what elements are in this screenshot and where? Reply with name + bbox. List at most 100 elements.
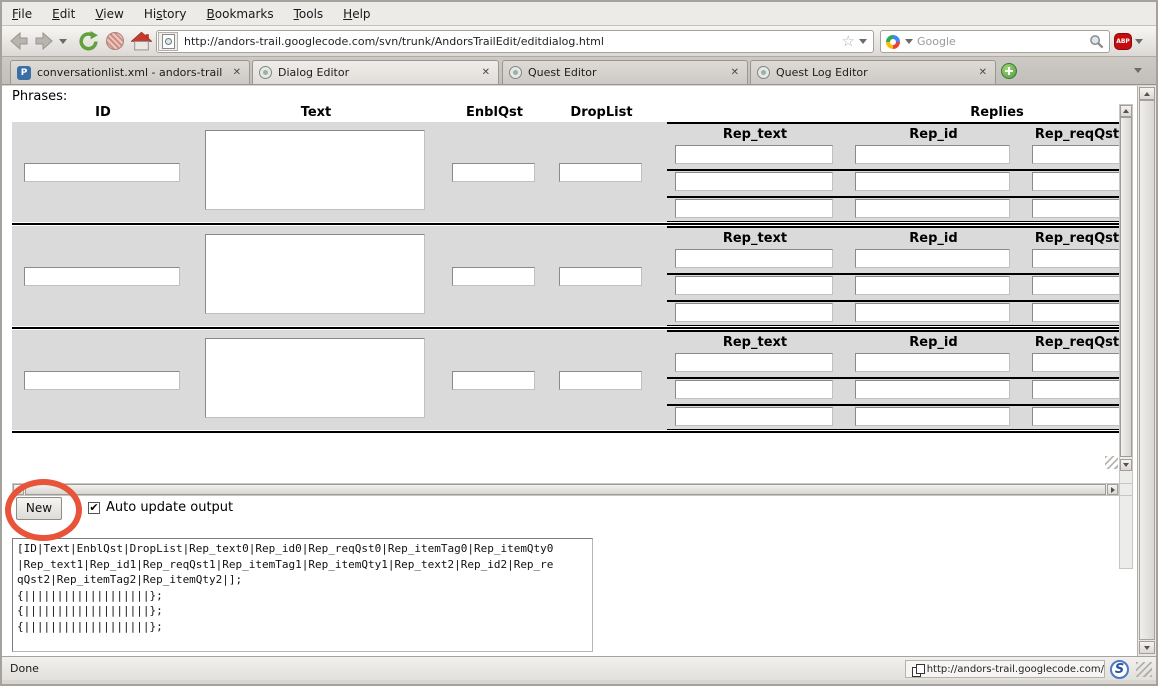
page-content: Phrases: ID Text EnblQst DropList Replie…: [2, 86, 1156, 656]
forward-icon[interactable]: [33, 30, 55, 52]
browser-vscroll-thumb[interactable]: [1139, 100, 1155, 640]
tab-close-icon[interactable]: ✕: [729, 67, 741, 78]
tab-close-icon[interactable]: ✕: [231, 67, 243, 78]
reply-reqqst-input[interactable]: [1032, 276, 1119, 295]
reply-id-input[interactable]: [855, 145, 1010, 164]
phrase-text-input[interactable]: [205, 234, 425, 314]
auto-update-checkbox[interactable]: [88, 502, 100, 514]
phrase-droplist-input[interactable]: [559, 371, 642, 390]
menu-tools[interactable]: Tools: [284, 3, 334, 25]
adblock-plus-icon[interactable]: ABP: [1114, 33, 1132, 50]
column-header-droplist: DropList: [549, 105, 654, 120]
scroll-right-icon[interactable]: [1107, 484, 1118, 495]
frame-vertical-scrollbar[interactable]: [1119, 104, 1133, 569]
search-input[interactable]: [917, 35, 1089, 48]
reply-text-input[interactable]: [675, 249, 833, 268]
output-textarea[interactable]: [ID|Text|EnblQst|DropList|Rep_text0|Rep_…: [12, 538, 593, 652]
tab-quest-editor[interactable]: Quest Editor ✕: [502, 60, 748, 85]
frame-vscroll-thumb[interactable]: [1120, 117, 1132, 457]
frame-horizontal-scrollbar[interactable]: [12, 483, 1119, 496]
tab-close-icon[interactable]: ✕: [977, 67, 989, 78]
reply-header-rep-id: Rep_id: [855, 127, 1012, 142]
phrase-droplist-input[interactable]: [559, 163, 642, 182]
window-resize-grip[interactable]: [1136, 662, 1152, 677]
search-magnifier-icon[interactable]: [1089, 34, 1104, 49]
phrase-text-input[interactable]: [205, 130, 425, 210]
reply-id-input[interactable]: [855, 172, 1010, 191]
back-icon[interactable]: [8, 30, 30, 52]
stop-icon[interactable]: [106, 32, 124, 50]
reply-reqqst-input[interactable]: [1032, 303, 1119, 322]
url-input[interactable]: [178, 35, 842, 48]
reply-reqqst-input[interactable]: [1032, 353, 1119, 372]
phrase-enblqst-input[interactable]: [452, 371, 535, 390]
history-dropdown-icon[interactable]: [59, 39, 67, 44]
menu-edit[interactable]: Edit: [42, 3, 85, 25]
reply-text-input[interactable]: [675, 407, 833, 426]
reply-id-input[interactable]: [855, 407, 1010, 426]
scroll-left-icon[interactable]: [13, 484, 24, 495]
reply-id-input[interactable]: [855, 276, 1010, 295]
phrase-id-input[interactable]: [24, 371, 180, 390]
tab-quest-log-editor[interactable]: Quest Log Editor ✕: [750, 60, 996, 85]
reply-id-input[interactable]: [855, 249, 1010, 268]
reply-id-input[interactable]: [855, 303, 1010, 322]
phrase-enblqst-input[interactable]: [452, 267, 535, 286]
reply-id-input[interactable]: [855, 199, 1010, 218]
google-engine-icon[interactable]: [886, 35, 900, 49]
reply-text-input[interactable]: [675, 199, 833, 218]
frame-resize-grip[interactable]: [1105, 456, 1118, 469]
menu-help[interactable]: Help: [333, 3, 380, 25]
reply-id-input[interactable]: [855, 380, 1010, 399]
reply-text-input[interactable]: [675, 303, 833, 322]
frame-hscroll-thumb[interactable]: [25, 484, 1106, 495]
reply-text-input[interactable]: [675, 172, 833, 191]
menu-bookmarks[interactable]: Bookmarks: [197, 3, 284, 25]
reload-icon[interactable]: [78, 31, 99, 52]
phrase-enblqst-input[interactable]: [452, 163, 535, 182]
urlbar-dropdown-icon[interactable]: [859, 39, 867, 44]
bookmark-star-icon[interactable]: ☆: [842, 34, 855, 49]
list-all-tabs-icon[interactable]: [1134, 68, 1142, 73]
noscript-icon[interactable]: S: [1110, 660, 1129, 679]
reply-reqqst-input[interactable]: [1032, 145, 1119, 164]
menu-file[interactable]: File: [2, 3, 42, 25]
scrollbar-corner: [1119, 483, 1133, 496]
new-button[interactable]: New: [16, 497, 62, 520]
reply-id-input[interactable]: [855, 353, 1010, 372]
reply-reqqst-input[interactable]: [1032, 380, 1119, 399]
reply-text-input[interactable]: [675, 276, 833, 295]
reply-row-divider: [667, 169, 1119, 171]
status-text: Done: [10, 662, 39, 675]
reply-reqqst-input[interactable]: [1032, 172, 1119, 191]
phrase-block: Rep_text Rep_id Rep_reqQst: [12, 122, 1119, 222]
browser-vertical-scrollbar[interactable]: [1137, 86, 1156, 656]
phrase-id-input[interactable]: [24, 267, 180, 286]
scroll-down-icon[interactable]: [1120, 459, 1132, 471]
status-link-url: http://andors-trail.googlecode.com/: [927, 664, 1104, 675]
scroll-up-icon[interactable]: [1139, 87, 1155, 100]
search-engine-dropdown-icon[interactable]: [905, 39, 913, 44]
home-icon[interactable]: [131, 31, 152, 52]
reply-reqqst-input[interactable]: [1032, 249, 1119, 268]
reply-reqqst-input[interactable]: [1032, 407, 1119, 426]
menu-view[interactable]: View: [85, 3, 133, 25]
reply-text-input[interactable]: [675, 145, 833, 164]
adblock-dropdown-icon[interactable]: [1135, 39, 1143, 44]
scroll-up-icon[interactable]: [1120, 105, 1132, 117]
tab-dialog-editor[interactable]: Dialog Editor ✕: [252, 60, 499, 85]
tab-conversationlist[interactable]: P conversationlist.xml - andors-trail - …: [10, 60, 250, 85]
reply-text-input[interactable]: [675, 353, 833, 372]
phrase-droplist-input[interactable]: [559, 267, 642, 286]
phrase-text-input[interactable]: [205, 338, 425, 418]
menu-history[interactable]: History: [134, 3, 197, 25]
reply-reqqst-input[interactable]: [1032, 199, 1119, 218]
reply-row-divider: [667, 273, 1119, 275]
reply-header-rep-reqqst: Rep_reqQst: [997, 335, 1119, 350]
phrase-id-input[interactable]: [24, 163, 180, 182]
reply-text-input[interactable]: [675, 380, 833, 399]
tab-close-icon[interactable]: ✕: [480, 67, 492, 78]
column-header-id: ID: [24, 105, 182, 120]
new-tab-icon[interactable]: [1001, 63, 1017, 79]
scroll-down-icon[interactable]: [1139, 641, 1155, 654]
